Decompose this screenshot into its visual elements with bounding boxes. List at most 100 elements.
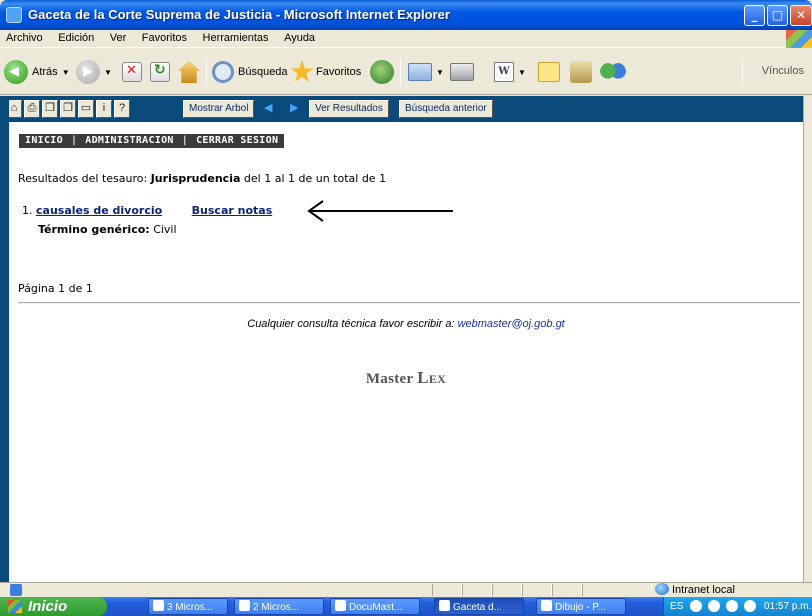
generic-term-value: Civil (153, 223, 177, 236)
documaster-icon (335, 600, 346, 611)
security-zone: Intranet local (655, 583, 735, 596)
task-label: DocuMast... (349, 602, 403, 613)
view-results-button[interactable]: Ver Resultados (309, 100, 389, 118)
task-label: 3 Micros... (167, 602, 214, 613)
back-button[interactable]: Atrás ▼ (4, 56, 70, 88)
research-button[interactable] (570, 56, 592, 88)
chevron-down-icon[interactable]: ▼ (518, 68, 526, 77)
search-icon (212, 61, 234, 83)
taskbar: Inicio 3 Micros... 2 Micros... DocuMast.… (0, 597, 812, 616)
window-icon[interactable]: ▭ (78, 100, 94, 118)
start-label: Inicio (28, 598, 68, 615)
browser-window: Gaceta de la Corte Suprema de Justicia -… (0, 0, 812, 616)
system-tray: ES 01:57 p.m. (663, 597, 812, 616)
previous-search-button[interactable]: Búsqueda anterior (399, 100, 493, 118)
clock: 01:57 p.m. (764, 601, 812, 612)
minimize-button[interactable]: _ (744, 5, 765, 26)
menu-ayuda[interactable]: Ayuda (278, 30, 321, 44)
next-arrow-icon[interactable]: ▶ (290, 101, 298, 114)
messenger-icon (600, 61, 626, 83)
start-button[interactable]: Inicio (0, 597, 107, 616)
divider (18, 302, 800, 304)
previous-arrow-icon[interactable]: ◀ (264, 101, 272, 114)
site-nav: INICIO | ADMINISTRACION | CERRAR SESION (19, 134, 285, 148)
task-label: 2 Micros... (253, 602, 300, 613)
globe-icon (655, 583, 669, 595)
messenger-button[interactable] (600, 56, 626, 88)
menu-herramientas[interactable]: Herramientas (197, 30, 275, 44)
status-cell (462, 584, 492, 596)
taskbar-item-paint[interactable]: Dibujo - P... (536, 598, 626, 615)
taskbar-item-gaceta[interactable]: Gaceta d... (434, 598, 524, 615)
annotation-arrow (307, 200, 453, 222)
star-icon (290, 60, 314, 82)
generic-term: Término genérico: Civil (38, 223, 177, 236)
paste-icon[interactable]: ❐ (60, 100, 76, 118)
chevron-down-icon[interactable]: ▼ (436, 68, 444, 77)
refresh-button[interactable] (150, 56, 170, 88)
language-indicator[interactable]: ES (670, 601, 683, 612)
home-button[interactable] (178, 56, 200, 88)
chevron-down-icon[interactable]: ▼ (62, 68, 70, 77)
contact-line: Cualquier consulta técnica favor escribi… (9, 318, 803, 330)
tray-volume-icon[interactable] (744, 600, 756, 612)
search-notes-link[interactable]: Buscar notas (192, 204, 273, 217)
title-bar[interactable]: Gaceta de la Corte Suprema de Justicia -… (0, 0, 812, 30)
chevron-down-icon[interactable]: ▼ (104, 68, 112, 77)
tray-network-icon[interactable] (726, 600, 738, 612)
nav-administracion-link[interactable]: ADMINISTRACION (85, 135, 174, 146)
discuss-button[interactable] (538, 56, 560, 88)
menu-ver[interactable]: Ver (104, 30, 133, 44)
taskbar-item-outlook[interactable]: 2 Micros... (234, 598, 324, 615)
tray-app-icon[interactable] (708, 600, 720, 612)
toolbar-separator (400, 59, 401, 85)
show-tree-button[interactable]: Mostrar Arbol (183, 100, 255, 118)
menu-archivo[interactable]: Archivo (0, 30, 49, 44)
nav-separator: | (70, 135, 78, 146)
media-icon (370, 60, 394, 84)
page-status-icon (10, 584, 22, 596)
links-label[interactable]: Vínculos (762, 65, 804, 77)
ie-icon (439, 600, 450, 611)
webmaster-email-link[interactable]: webmaster@oj.gob.gt (458, 318, 565, 330)
menu-favoritos[interactable]: Favoritos (136, 30, 193, 44)
print-button[interactable] (450, 56, 474, 88)
word-icon: W (494, 62, 514, 82)
edit-word-button[interactable]: W ▼ (494, 56, 526, 88)
mail-button[interactable]: ▼ (408, 56, 444, 88)
outlook-icon (239, 600, 250, 611)
back-label: Atrás (32, 66, 58, 78)
favorites-button[interactable]: Favoritos (290, 56, 361, 88)
stop-button[interactable] (122, 56, 142, 88)
help-icon[interactable]: ? (114, 100, 130, 118)
menu-edicion[interactable]: Edición (52, 30, 100, 44)
search-label: Búsqueda (238, 66, 288, 78)
thesaurus-name: Jurisprudencia (150, 172, 241, 185)
info-icon[interactable]: i (96, 100, 112, 118)
nav-inicio-link[interactable]: INICIO (25, 135, 63, 146)
nav-cerrar-sesion-link[interactable]: CERRAR SESION (196, 135, 278, 146)
status-cell (432, 584, 462, 596)
taskbar-item-documaster[interactable]: DocuMast... (330, 598, 420, 615)
master-lex-toolbar: ⌂ ⎙ ❐ ❐ ▭ i ? Mostrar Arbol ◀ ▶ Ver Resu… (0, 96, 812, 122)
toolbar-separator (206, 59, 207, 85)
search-button[interactable]: Búsqueda (212, 56, 288, 88)
favorites-label: Favoritos (316, 66, 362, 78)
result-title-link[interactable]: causales de divorcio (36, 204, 162, 217)
refresh-icon (150, 62, 170, 82)
print-icon[interactable]: ⎙ (24, 100, 40, 118)
brand-lex: Lex (417, 368, 447, 387)
taskbar-item-word[interactable]: 3 Micros... (148, 598, 228, 615)
media-button[interactable] (370, 56, 394, 88)
maximize-button[interactable]: □ (767, 5, 788, 26)
close-button[interactable]: ✕ (790, 5, 812, 26)
contact-text: Cualquier consulta técnica favor escribi… (247, 318, 455, 330)
forward-button[interactable]: ▼ (76, 56, 112, 88)
page-content: INICIO | ADMINISTRACION | CERRAR SESION Resu… (9, 122, 803, 582)
paint-icon (541, 600, 552, 611)
tray-arrow-icon[interactable] (690, 600, 702, 612)
windows-flag-icon (8, 600, 22, 613)
vertical-scrollbar[interactable] (803, 96, 812, 582)
results-count: del 1 al 1 de un total de 1 (243, 172, 387, 185)
copy-icon[interactable]: ❐ (42, 100, 58, 118)
